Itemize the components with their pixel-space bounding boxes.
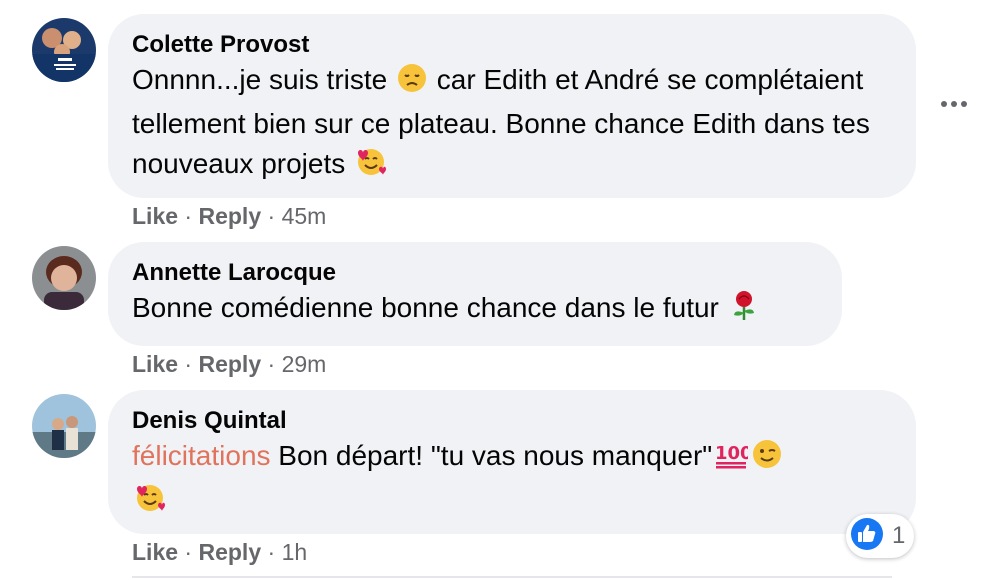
divider	[132, 576, 892, 578]
timestamp[interactable]: 1h	[282, 539, 308, 565]
reply-link[interactable]: Reply	[198, 203, 261, 229]
comment-bubble: Annette Larocque Bonne comédienne bonne …	[108, 242, 842, 346]
dot-icon	[941, 101, 947, 107]
comment-actions: Like · Reply · 45m	[132, 203, 326, 230]
comment-author[interactable]: Denis Quintal	[132, 406, 892, 436]
winking-face-icon	[752, 439, 782, 480]
comment-text-part: Bonne comédienne bonne chance dans le fu…	[132, 292, 727, 323]
comment-text-part: Onnnn...je suis triste	[132, 64, 396, 95]
separator: ·	[184, 203, 193, 229]
like-link[interactable]: Like	[132, 203, 178, 229]
like-thumb-icon	[850, 517, 884, 556]
avatar[interactable]	[32, 394, 96, 458]
svg-text:100: 100	[715, 443, 748, 464]
timestamp[interactable]: 45m	[282, 203, 327, 229]
reply-link[interactable]: Reply	[198, 351, 261, 377]
like-link[interactable]: Like	[132, 351, 178, 377]
reaction-summary[interactable]: 1	[846, 514, 914, 558]
separator: ·	[184, 351, 193, 377]
comment-bubble: Denis Quintal félicitations Bon départ! …	[108, 390, 916, 534]
reaction-count: 1	[892, 522, 906, 549]
comment-text: Bonne comédienne bonne chance dans le fu…	[132, 288, 818, 332]
comment-author[interactable]: Colette Provost	[132, 30, 892, 60]
like-link[interactable]: Like	[132, 539, 178, 565]
disappointed-face-icon	[397, 63, 427, 104]
comment-text: Onnnn...je suis triste car Edith et Andr…	[132, 60, 892, 188]
comment-actions: Like · Reply · 1h	[132, 539, 307, 566]
separator: ·	[267, 203, 276, 229]
comment-author[interactable]: Annette Larocque	[132, 258, 818, 288]
rose-icon	[729, 289, 759, 332]
reply-link[interactable]: Reply	[198, 539, 261, 565]
comment-actions: Like · Reply · 29m	[132, 351, 326, 378]
mention-link[interactable]: félicitations	[132, 440, 271, 471]
dot-icon	[951, 101, 957, 107]
hundred-points-icon: 100	[714, 439, 753, 480]
avatar[interactable]	[32, 18, 96, 82]
smiling-face-with-hearts-icon	[355, 145, 387, 188]
smiling-face-with-hearts-icon	[134, 481, 166, 524]
comment-text: félicitations Bon départ! "tu vas nous m…	[132, 436, 892, 524]
separator: ·	[267, 539, 276, 565]
separator: ·	[267, 351, 276, 377]
separator: ·	[184, 539, 193, 565]
comment-options-button[interactable]	[934, 92, 974, 116]
dot-icon	[961, 101, 967, 107]
comment-text-part: Bon départ! "tu vas nous manquer"	[270, 440, 713, 471]
comment-bubble: Colette Provost Onnnn...je suis triste c…	[108, 14, 916, 198]
avatar[interactable]	[32, 246, 96, 310]
timestamp[interactable]: 29m	[282, 351, 327, 377]
